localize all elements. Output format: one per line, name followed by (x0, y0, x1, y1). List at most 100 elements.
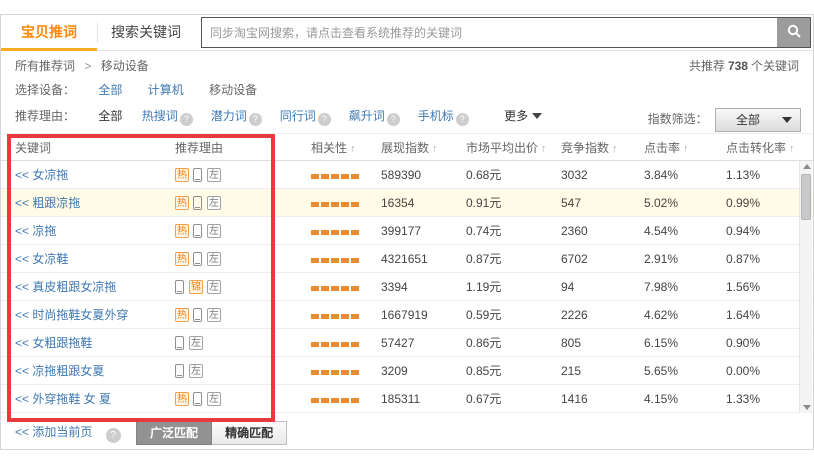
column-header-label: 关键词 (15, 141, 51, 155)
device-filter-label: 选择设备： (15, 77, 95, 103)
add-keyword-link[interactable]: << 女凉拖 (15, 168, 68, 182)
tab-search-keyword[interactable]: 搜索关键词 (98, 15, 194, 51)
hot-word-badge: 热 (175, 252, 189, 266)
help-icon[interactable]: ? (180, 113, 193, 126)
mobile-phone-icon (193, 392, 202, 406)
reason-filter-option: 飙升词? (349, 109, 400, 123)
relevance-cell (286, 392, 381, 406)
reason-cell: 热左 (161, 391, 286, 406)
exact-match-button[interactable]: 精确匹配 (212, 421, 287, 445)
reason-filter-link[interactable]: 手机标 (418, 109, 454, 123)
reason-cell: 热左 (161, 223, 286, 238)
cvr-cell: 1.33% (726, 392, 802, 406)
relevance-bars (311, 280, 361, 294)
relevance-bar-segment (331, 258, 339, 263)
reason-filter-options: 热搜词?潜力词?同行词?飙升词?手机标? (142, 109, 487, 123)
help-icon[interactable]: ? (387, 113, 400, 126)
broad-match-button[interactable]: 广泛匹配 (136, 421, 212, 445)
column-header-avg-price[interactable]: 市场平均出价↑ (466, 139, 561, 156)
sort-arrow-icon[interactable]: ↑ (683, 143, 689, 155)
relevance-bar-segment (341, 398, 349, 403)
scrollbar-up-arrow[interactable] (800, 161, 813, 173)
reason-filter-link[interactable]: 热搜词 (142, 109, 178, 123)
breadcrumb-separator: > (84, 59, 91, 73)
impression-index-cell: 4321651 (381, 252, 466, 266)
reason-filter-link[interactable]: 潜力词 (211, 109, 247, 123)
column-header-label: 点击率 (644, 141, 680, 155)
help-icon[interactable]: ? (106, 428, 121, 443)
breadcrumb-root[interactable]: 所有推荐词 (15, 59, 75, 73)
add-keyword-link[interactable]: << 女凉鞋 (15, 252, 68, 266)
add-keyword-link[interactable]: << 粗跟凉拖 (15, 196, 80, 210)
scrollbar-thumb[interactable] (801, 174, 811, 220)
table-row: << 粗跟凉拖热左163540.91元5475.02%0.99% (1, 189, 813, 217)
summary-count: 738 (728, 59, 748, 73)
relevance-bar-segment (341, 370, 349, 375)
keyword-search-input[interactable] (202, 18, 778, 47)
impression-index-cell: 3209 (381, 364, 466, 378)
relevance-bars (311, 392, 361, 406)
competition-index-cell: 3032 (561, 168, 644, 182)
column-header-cvr[interactable]: 点击转化率↑ (726, 139, 802, 156)
sort-arrow-icon[interactable]: ↑ (541, 143, 547, 155)
ctr-cell: 4.62% (644, 308, 726, 322)
cvr-cell: 0.99% (726, 196, 802, 210)
reason-option-all[interactable]: 全部 (98, 109, 122, 123)
table-scrollbar[interactable] (799, 161, 812, 413)
mobile-phone-icon (193, 196, 202, 210)
device-option-all[interactable]: 全部 (98, 83, 122, 97)
avg-price-cell: 1.19元 (466, 278, 561, 295)
sort-arrow-icon[interactable]: ↑ (350, 143, 356, 155)
ctr-cell: 5.02% (644, 196, 726, 210)
search-button[interactable] (777, 18, 810, 47)
relevance-bar-segment (331, 202, 339, 207)
column-header-impression[interactable]: 展现指数↑ (381, 139, 466, 156)
device-option-mobile[interactable]: 移动设备 (209, 83, 257, 97)
sort-arrow-icon[interactable]: ↑ (789, 143, 795, 155)
relevance-cell (286, 224, 381, 238)
left-display-badge: 左 (189, 364, 203, 378)
reason-filter-option: 热搜词? (142, 109, 193, 123)
scrollbar-down-arrow[interactable] (800, 401, 813, 413)
add-keyword-link[interactable]: << 女粗跟拖鞋 (15, 336, 92, 350)
relevance-bar-segment (341, 258, 349, 263)
left-display-badge: 左 (207, 224, 221, 238)
cvr-cell: 0.87% (726, 252, 802, 266)
reason-filter-link[interactable]: 同行词 (280, 109, 316, 123)
add-keyword-link[interactable]: << 时尚拖鞋女夏外穿 (15, 308, 128, 322)
table-row: << 女粗跟拖鞋左574270.86元8056.15%0.90% (1, 329, 813, 357)
column-header-label: 相关性 (311, 141, 347, 155)
add-keyword-link[interactable]: << 外穿拖鞋 女 夏 (15, 392, 111, 406)
add-keyword-link[interactable]: << 凉拖 (15, 224, 56, 238)
reason-filter-link[interactable]: 飙升词 (349, 109, 385, 123)
panel-frame: 宝贝推词搜索关键词 所有推荐词 > 移动设备 共推荐738个关键词 (0, 14, 814, 450)
column-header-relevance[interactable]: 相关性↑ (286, 139, 381, 156)
add-current-page-link[interactable]: << 添加当前页 (15, 425, 92, 439)
cvr-cell: 1.13% (726, 168, 802, 182)
search-icon (786, 23, 802, 42)
more-filters-toggle[interactable]: 更多 (504, 109, 542, 123)
add-keyword-link[interactable]: << 凉拖粗跟女夏 (15, 364, 104, 378)
relevance-bars (311, 168, 361, 182)
tab-item-recommend[interactable]: 宝贝推词 (1, 15, 97, 51)
reason-filter-option: 手机标? (418, 109, 469, 123)
mobile-phone-icon (193, 308, 202, 322)
index-filter-dropdown[interactable]: 全部 (715, 108, 801, 132)
column-header-competition[interactable]: 竞争指数↑ (561, 139, 644, 156)
relevance-cell (286, 336, 381, 350)
sort-arrow-icon[interactable]: ↑ (432, 143, 438, 155)
hot-word-badge: 热 (175, 308, 189, 322)
relevance-bar-segment (351, 230, 359, 235)
hot-word-badge: 热 (175, 392, 189, 406)
device-option-computer[interactable]: 计算机 (148, 83, 184, 97)
reason-cell: 热左 (161, 251, 286, 266)
help-icon[interactable]: ? (249, 113, 262, 126)
sort-arrow-icon[interactable]: ↑ (612, 143, 618, 155)
add-keyword-link[interactable]: << 真皮粗跟女凉拖 (15, 280, 116, 294)
relevance-cell (286, 280, 381, 294)
column-header-ctr[interactable]: 点击率↑ (644, 139, 726, 156)
left-display-badge: 左 (207, 280, 221, 294)
index-filter-value: 全部 (736, 109, 760, 131)
help-icon[interactable]: ? (456, 113, 469, 126)
help-icon[interactable]: ? (318, 113, 331, 126)
